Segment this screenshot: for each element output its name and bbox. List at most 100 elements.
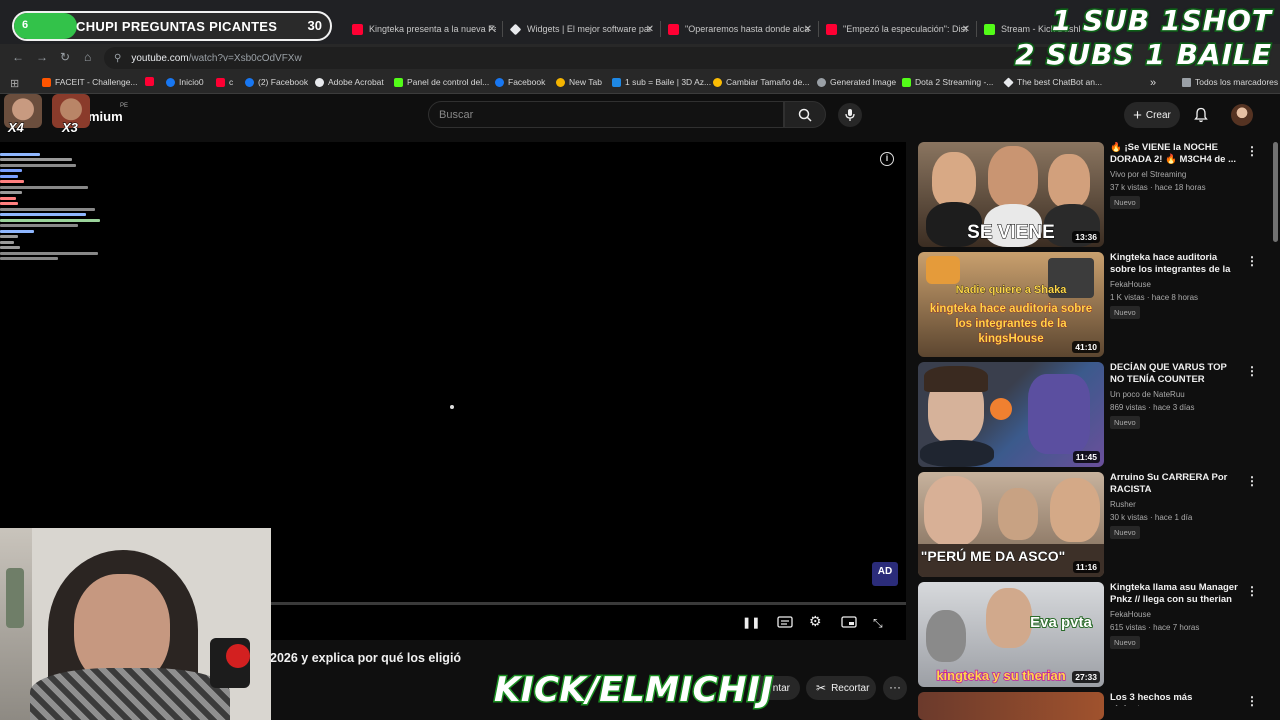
bookmark-1-sub-baile[interactable]: 1 sub = Baile | 3D Az...	[612, 77, 711, 87]
sub-goal-line-2: 2 SUBS 1 BAILE	[1013, 37, 1272, 73]
channel-name[interactable]: Vivo por el Streaming	[1110, 170, 1238, 179]
channel-name[interactable]: FekaHouse	[1110, 610, 1238, 619]
more-options-icon[interactable]: ⋮	[1246, 584, 1258, 598]
pause-icon[interactable]: ❚❚	[742, 616, 760, 629]
kick-channel-tag: KICK/ELMICHIJ	[492, 669, 774, 712]
more-options-icon[interactable]: ⋮	[1246, 694, 1258, 708]
video-meta: DECÍAN QUE VARUS TOP NO TENÍA COUNTER Un…	[1110, 362, 1238, 430]
video-thumbnail[interactable]: Eva pvta kingteka y su therian 27:33	[918, 582, 1104, 687]
video-stats: 869 vistas · hace 3 días	[1110, 403, 1195, 412]
channel-name[interactable]: Un poco de NateRuu	[1110, 390, 1238, 399]
counter-current: 6	[22, 19, 29, 31]
duration-badge: 11:16	[1072, 561, 1100, 573]
bookmark-cambiar-tamano[interactable]: Cambiar Tamaño de...	[713, 77, 809, 87]
facebook-icon	[166, 77, 175, 87]
account-avatar[interactable]	[1231, 104, 1253, 126]
video-title[interactable]: Los 3 hechos más siniestros v	[1110, 692, 1238, 706]
create-button[interactable]: + Crear	[1124, 102, 1180, 128]
recommendation-item[interactable]: SE VIENE 13:36 🔥 ¡Se VIENE la NOCHE DORA…	[918, 142, 1264, 247]
video-thumbnail[interactable]: Nadie quiere a Shaka kingteka hace audit…	[918, 252, 1104, 357]
sub-goal-line-1: 1 SUB 1SHOT	[1050, 3, 1272, 39]
apps-grid-icon[interactable]: ⊞	[10, 77, 19, 90]
search-input[interactable]: Buscar	[428, 101, 784, 128]
bookmark-faceit[interactable]: FACEIT - Challenge...	[42, 77, 138, 87]
new-badge: Nuevo	[1110, 526, 1140, 539]
video-title[interactable]: Kingteka hace auditoria sobre los integr…	[1110, 252, 1238, 276]
tab-label: Widgets | El mejor software par	[527, 24, 652, 34]
stream-chat-overlay	[0, 150, 110, 300]
page-scrollbar[interactable]	[1273, 142, 1278, 242]
more-options-icon[interactable]: ⋮	[1246, 144, 1258, 158]
address-bar[interactable]: ⚲ youtube.com/watch?v=Xsb0cOdVFXw	[104, 47, 1080, 69]
search-icon	[798, 108, 812, 122]
video-thumbnail[interactable]: SE VIENE 13:36	[918, 142, 1104, 247]
bookmark-facebook[interactable]: Facebook	[495, 77, 545, 87]
tab-label: "Operaremos hasta donde alca	[685, 24, 810, 34]
recommendation-item[interactable]: Nadie quiere a Shaka kingteka hace audit…	[918, 252, 1264, 357]
video-title[interactable]: Kingteka llama asu Manager Pnkz // llega…	[1110, 582, 1238, 606]
more-actions-button[interactable]: ···	[883, 676, 907, 700]
image-icon	[817, 77, 826, 87]
youtube-favicon-icon	[668, 23, 679, 35]
miniplayer-icon[interactable]	[841, 616, 857, 631]
forward-arrow-icon[interactable]: →	[36, 50, 48, 64]
bookmark-adobe-acrobat[interactable]: Adobe Acrobat	[315, 77, 384, 87]
home-icon[interactable]: ⌂	[84, 50, 91, 64]
thumbnail-text: kingteka y su therian	[936, 667, 1067, 684]
close-tab-icon[interactable]: ✕	[962, 24, 970, 35]
more-options-icon[interactable]: ⋮	[1246, 474, 1258, 488]
notifications-button[interactable]	[1194, 107, 1208, 128]
close-tab-icon[interactable]: ✕	[646, 24, 654, 35]
duration-badge: 27:33	[1072, 671, 1100, 683]
video-thumbnail[interactable]	[918, 692, 1104, 720]
channel-name[interactable]: Rusher	[1110, 500, 1238, 509]
settings-gear-icon[interactable]: ⚙	[809, 613, 822, 630]
all-bookmarks-folder[interactable]: Todos los marcadores	[1182, 77, 1278, 87]
bookmark-new-tab[interactable]: New Tab	[556, 77, 602, 87]
voice-search-button[interactable]	[838, 103, 862, 127]
video-meta: 🔥 ¡Se VIENE la NOCHE DORADA 2! 🔥 M3CH4 d…	[1110, 142, 1238, 210]
bookmark-youtube[interactable]	[145, 77, 158, 86]
bookmark-facebook-2[interactable]: (2) Facebook	[245, 77, 308, 87]
recommendation-item[interactable]: Los 3 hechos más siniestros v ⋮	[918, 692, 1264, 720]
video-title[interactable]: DECÍAN QUE VARUS TOP NO TENÍA COUNTER	[1110, 362, 1238, 386]
bookmark-generated-image[interactable]: Generated Image	[817, 77, 896, 87]
channel-watermark[interactable]: AD	[872, 562, 898, 586]
tab-operaremos[interactable]: "Operaremos hasta donde alca ✕	[668, 17, 812, 41]
3d-app-icon	[612, 77, 621, 87]
tab-widgets[interactable]: Widgets | El mejor software par ✕	[510, 17, 654, 41]
video-title[interactable]: 🔥 ¡Se VIENE la NOCHE DORADA 2! 🔥 M3CH4 d…	[1110, 142, 1238, 166]
recommendation-item[interactable]: 11:45 DECÍAN QUE VARUS TOP NO TENÍA COUN…	[918, 362, 1264, 467]
tab-especulacion[interactable]: "Empezó la especulación": Dist ✕	[826, 17, 970, 41]
youtube-premium-logo[interactable]: mium	[88, 109, 123, 124]
more-options-icon[interactable]: ⋮	[1246, 254, 1258, 268]
back-arrow-icon[interactable]: ←	[12, 50, 24, 64]
clip-button[interactable]: ✂ Recortar	[806, 676, 876, 700]
close-tab-icon[interactable]: ✕	[488, 24, 496, 35]
close-tab-icon[interactable]: ✕	[804, 24, 812, 35]
channel-name[interactable]: FekaHouse	[1110, 280, 1238, 289]
region-code: PE	[120, 103, 129, 109]
subtitles-icon[interactable]	[777, 616, 793, 631]
video-thumbnail[interactable]: "PERÚ ME DA ASCO" 11:16	[918, 472, 1104, 577]
info-icon[interactable]: i	[880, 152, 894, 166]
kick-icon	[394, 77, 403, 87]
site-info-icon[interactable]: ⚲	[114, 53, 121, 64]
recommendation-item[interactable]: "PERÚ ME DA ASCO" 11:16 Arruino Su CARRE…	[918, 472, 1264, 577]
video-title[interactable]: Arruino Su CARRERA Por RACISTA	[1110, 472, 1238, 496]
search-button[interactable]	[784, 101, 826, 128]
recommendation-item[interactable]: Eva pvta kingteka y su therian 27:33 Kin…	[918, 582, 1264, 687]
fullscreen-icon[interactable]: ⤡	[873, 616, 883, 631]
bookmark-inicio[interactable]: Inicio0	[166, 77, 204, 87]
bookmark-c[interactable]: c	[216, 77, 233, 87]
more-bookmarks-chevron-icon[interactable]: »	[1150, 77, 1156, 89]
more-options-icon[interactable]: ⋮	[1246, 364, 1258, 378]
new-badge: Nuevo	[1110, 196, 1140, 209]
video-thumbnail[interactable]: 11:45	[918, 362, 1104, 467]
bookmark-panel-control[interactable]: Panel de control del...	[394, 77, 489, 87]
reload-icon[interactable]: ↻	[60, 50, 70, 64]
thumbnail-top-text: Eva pvta	[1029, 613, 1093, 632]
bookmark-dota2[interactable]: Dota 2 Streaming -...	[902, 77, 993, 87]
bookmark-chatbot[interactable]: The best ChatBot an...	[1003, 76, 1102, 88]
tab-kingteka[interactable]: Kingteka presenta a la nueva Fa ✕	[352, 17, 496, 41]
